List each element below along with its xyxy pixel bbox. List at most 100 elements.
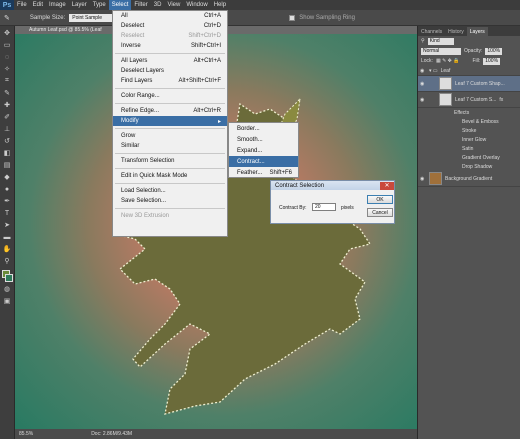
menu-window[interactable]: Window (183, 0, 210, 10)
eraser-tool-icon[interactable]: ◧ (2, 148, 12, 158)
background-color-swatch[interactable] (5, 274, 13, 282)
marquee-tool-icon[interactable]: ▭ (2, 40, 12, 50)
submenu-item-smooth[interactable]: Smooth... (229, 134, 298, 145)
submenu-item-expand[interactable]: Expand... (229, 145, 298, 156)
tab-history[interactable]: History (445, 27, 467, 36)
menu-item-save-selection[interactable]: Save Selection... (113, 196, 227, 206)
stamp-tool-icon[interactable]: ⊥ (2, 124, 12, 134)
dialog-titlebar[interactable]: Contract Selection ✕ (271, 181, 394, 190)
menu-item-quick-mask[interactable]: Edit in Quick Mask Mode (113, 171, 227, 181)
fx-icon[interactable]: fx (499, 97, 503, 103)
menu-item-deselect-layers[interactable]: Deselect Layers (113, 66, 227, 76)
eye-icon[interactable]: ◉ (420, 176, 426, 182)
menu-item-deselect[interactable]: Deselect Ctrl+D (113, 21, 227, 31)
move-tool-icon[interactable]: ✥ (2, 28, 12, 38)
brush-tool-icon[interactable]: ✐ (2, 112, 12, 122)
close-icon[interactable]: ✕ (380, 181, 394, 190)
submenu-item-feather[interactable]: Feather... Shift+F6 (229, 167, 298, 178)
blend-mode-select[interactable]: Normal (421, 47, 461, 55)
menu-item-all[interactable]: All Ctrl+A (113, 11, 227, 21)
effect-label: Stroke (462, 127, 477, 134)
path-select-icon[interactable]: ➤ (2, 220, 12, 230)
zoom-level[interactable]: 85.5% (19, 431, 33, 437)
fill-label: Fill: (472, 58, 481, 64)
contract-by-input[interactable]: 20 (312, 203, 336, 211)
quick-mask-icon[interactable]: ◍ (2, 284, 12, 294)
menu-help[interactable]: Help (211, 0, 229, 10)
layer-row-2[interactable]: ◉ Leaf 7 Custom S... fx (418, 92, 520, 108)
layer-row-background[interactable]: ◉ Background Gradient (418, 171, 520, 187)
crop-tool-icon[interactable]: ⌗ (2, 76, 12, 86)
lock-icons[interactable]: ▦ ✎ ✥ 🔒 (436, 58, 460, 64)
ok-button[interactable]: OK (367, 195, 393, 204)
eyedropper-tool-icon[interactable]: ✎ (2, 88, 12, 98)
history-brush-icon[interactable]: ↺ (2, 136, 12, 146)
menu-item-transform[interactable]: Transform Selection (113, 156, 227, 166)
menu-item-3d-extrusion[interactable]: New 3D Extrusion (113, 211, 227, 221)
menu-item-find-layers[interactable]: Find Layers Alt+Shift+Ctrl+F (113, 76, 227, 86)
opacity-input[interactable]: 100% (485, 47, 503, 55)
menu-divider (115, 208, 225, 209)
effect-item[interactable]: Bevel & Emboss (418, 117, 520, 126)
layer-name: Leaf 7 Custom Shap... (455, 80, 505, 87)
menu-layer[interactable]: Layer (69, 0, 90, 10)
effect-item[interactable]: Inner Glow (418, 135, 520, 144)
dodge-tool-icon[interactable]: ● (2, 184, 12, 194)
menu-item-modify[interactable]: Modify ▸ (113, 116, 227, 126)
lasso-tool-icon[interactable]: ◌ (2, 52, 12, 62)
submenu-item-contract[interactable]: Contract... (229, 156, 298, 167)
menu-divider (115, 168, 225, 169)
layer-group-leaf[interactable]: ◉ ▾ ▭ Leaf (418, 66, 520, 76)
show-ring-checkbox[interactable] (289, 14, 296, 21)
effects-header[interactable]: Effects (418, 108, 520, 117)
effect-label: Bevel & Emboss (462, 118, 499, 125)
effect-label: Drop Shadow (462, 163, 493, 170)
quick-select-tool-icon[interactable]: ✧ (2, 64, 12, 74)
menu-item-refine-edge[interactable]: Refine Edge... Alt+Ctrl+R (113, 106, 227, 116)
menu-edit[interactable]: Edit (30, 0, 46, 10)
menu-image[interactable]: Image (46, 0, 69, 10)
pen-tool-icon[interactable]: ✒ (2, 196, 12, 206)
menu-item-all-layers[interactable]: All Layers Alt+Ctrl+A (113, 56, 227, 66)
menu-item-reselect[interactable]: Reselect Shift+Ctrl+D (113, 31, 227, 41)
effect-item[interactable]: Gradient Overlay (418, 153, 520, 162)
eye-icon[interactable]: ◉ (420, 68, 426, 74)
gradient-tool-icon[interactable]: ▤ (2, 160, 12, 170)
menu-bar: Ps File Edit Image Layer Type Select Fil… (0, 0, 520, 10)
eye-icon[interactable]: ◉ (420, 81, 426, 87)
menu-item-color-range[interactable]: Color Range... (113, 91, 227, 101)
menu-item-load-selection[interactable]: Load Selection... (113, 186, 227, 196)
submenu-item-border[interactable]: Border... (229, 123, 298, 134)
menu-type[interactable]: Type (90, 0, 109, 10)
screen-mode-icon[interactable]: ▣ (2, 296, 12, 306)
shape-tool-icon[interactable]: ▬ (2, 232, 12, 242)
menu-item-inverse[interactable]: Inverse Shift+Ctrl+I (113, 41, 227, 51)
menu-filter[interactable]: Filter (131, 0, 150, 10)
menu-file[interactable]: File (14, 0, 30, 10)
blur-tool-icon[interactable]: ◆ (2, 172, 12, 182)
effect-item[interactable]: Satin (418, 144, 520, 153)
zoom-tool-icon[interactable]: ⚲ (2, 256, 12, 266)
menu-view[interactable]: View (164, 0, 183, 10)
cancel-button[interactable]: Cancel (367, 208, 393, 217)
effect-item[interactable]: Stroke (418, 126, 520, 135)
effect-item[interactable]: Drop Shadow (418, 162, 520, 171)
type-tool-icon[interactable]: T (2, 208, 12, 218)
menu-3d[interactable]: 3D (151, 0, 165, 10)
eyedropper-icon[interactable]: ✎ (4, 14, 10, 22)
layer-row-1[interactable]: ◉ Leaf 7 Custom Shap... (418, 76, 520, 92)
contract-selection-dialog: Contract Selection ✕ Contract By: 20 pix… (270, 180, 395, 224)
sample-size-select[interactable]: Point Sample (69, 13, 116, 22)
menu-item-similar[interactable]: Similar (113, 141, 227, 151)
eye-icon[interactable]: ◉ (420, 97, 426, 103)
menu-item-grow[interactable]: Grow (113, 131, 227, 141)
healing-tool-icon[interactable]: ✚ (2, 100, 12, 110)
menu-select[interactable]: Select (108, 0, 132, 10)
fill-input[interactable]: 100% (483, 57, 501, 65)
photoshop-logo: Ps (0, 0, 14, 10)
hand-tool-icon[interactable]: ✋ (2, 244, 12, 254)
tab-layers[interactable]: Layers (466, 27, 488, 36)
kind-select[interactable]: Kind (427, 37, 454, 45)
tab-channels[interactable]: Channels (418, 27, 445, 36)
pixels-unit-label: pixels (341, 205, 354, 211)
